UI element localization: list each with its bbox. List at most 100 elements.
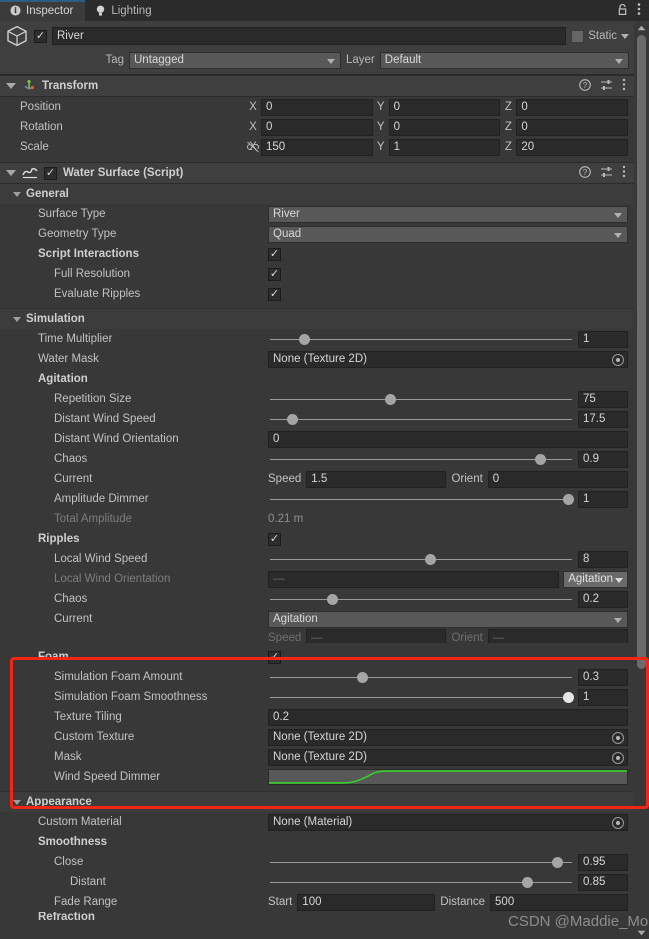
slider-knob[interactable] xyxy=(326,593,338,605)
smoothness-distant-slider[interactable] xyxy=(268,874,574,891)
scroll-up-arrow-icon[interactable] xyxy=(634,21,649,34)
object-picker-icon[interactable] xyxy=(612,731,624,744)
simulation-foam-smoothness-slider[interactable] xyxy=(268,689,574,706)
slider-knob[interactable] xyxy=(384,393,396,405)
tab-lighting[interactable]: Lighting xyxy=(85,0,163,21)
slider-knob[interactable] xyxy=(534,453,546,465)
fade-range-distance-input[interactable]: 500 xyxy=(490,893,629,911)
agitation-chaos-slider[interactable] xyxy=(268,451,574,468)
row-evaluate-ripples: Evaluate Ripples xyxy=(0,284,634,304)
texture-tiling-input[interactable]: 0.2 xyxy=(268,708,628,726)
slider-knob[interactable] xyxy=(357,671,369,683)
foldout-arrow-icon[interactable] xyxy=(6,83,16,89)
evaluate-ripples-checkbox[interactable] xyxy=(268,287,281,301)
fade-range-start-input[interactable]: 100 xyxy=(297,893,436,911)
section-header-appearance[interactable]: Appearance xyxy=(0,792,634,812)
slider-knob[interactable] xyxy=(299,333,311,345)
water-surface-enabled-checkbox[interactable] xyxy=(44,166,57,180)
ripple-chaos-input[interactable]: 0.2 xyxy=(578,590,628,608)
slider-knob[interactable] xyxy=(424,553,436,565)
slider-knob[interactable] xyxy=(563,493,574,505)
row-simulation-foam-smoothness: Simulation Foam Smoothness 1 xyxy=(0,687,634,707)
component-header-transform[interactable]: Transform ? xyxy=(0,75,634,97)
gameobject-name-input[interactable]: River xyxy=(52,27,567,45)
current-speed-input[interactable]: 1.5 xyxy=(306,470,447,488)
scale-x-input[interactable]: 150 xyxy=(261,138,373,156)
slider-knob[interactable] xyxy=(551,856,563,868)
full-resolution-checkbox[interactable] xyxy=(268,267,281,281)
amplitude-dimmer-input[interactable]: 1 xyxy=(578,490,628,508)
tag-dropdown[interactable]: Untagged xyxy=(129,51,341,69)
preset-icon[interactable] xyxy=(600,79,613,94)
layer-dropdown[interactable]: Default xyxy=(379,51,629,69)
time-multiplier-input[interactable]: 1 xyxy=(578,330,628,348)
ripple-current-dropdown[interactable]: Agitation xyxy=(268,610,628,628)
preset-icon[interactable] xyxy=(600,166,613,181)
local-wind-speed-input[interactable]: 8 xyxy=(578,550,628,568)
amplitude-dimmer-slider[interactable] xyxy=(268,491,574,508)
object-picker-icon[interactable] xyxy=(612,816,624,829)
custom-texture-object-field[interactable]: None (Texture 2D) xyxy=(268,728,628,746)
geometry-type-dropdown[interactable]: Quad xyxy=(268,225,628,243)
section-header-general[interactable]: General xyxy=(0,184,634,204)
local-wind-orientation-mode-dropdown[interactable]: Agitation xyxy=(563,570,628,588)
current-orient-input[interactable]: 0 xyxy=(487,470,628,488)
repetition-size-slider[interactable] xyxy=(268,391,574,408)
help-icon[interactable]: ? xyxy=(579,78,591,94)
foldout-arrow-icon[interactable] xyxy=(13,191,21,197)
rotation-y-input[interactable]: 0 xyxy=(388,118,501,136)
scrollbar-thumb[interactable] xyxy=(637,35,646,669)
slider-knob[interactable] xyxy=(563,691,574,703)
position-y-input[interactable]: 0 xyxy=(388,98,501,116)
foldout-arrow-icon[interactable] xyxy=(13,799,21,805)
position-z-input[interactable]: 0 xyxy=(516,98,629,116)
surface-type-dropdown[interactable]: River xyxy=(268,205,628,223)
local-wind-speed-slider[interactable] xyxy=(268,551,574,568)
slider-knob[interactable] xyxy=(522,876,534,888)
simulation-foam-amount-input[interactable]: 0.3 xyxy=(578,668,628,686)
ripple-chaos-slider[interactable] xyxy=(268,591,574,608)
agitation-chaos-input[interactable]: 0.9 xyxy=(578,450,628,468)
section-header-simulation[interactable]: Simulation xyxy=(0,309,634,329)
component-header-water-surface[interactable]: Water Surface (Script) ? xyxy=(0,162,634,184)
custom-material-object-field[interactable]: None (Material) xyxy=(268,813,628,831)
ripple-chaos-label: Chaos xyxy=(54,593,88,605)
smoothness-close-input[interactable]: 0.95 xyxy=(578,853,628,871)
tab-inspector[interactable]: Inspector xyxy=(0,0,86,21)
scale-y-input[interactable]: 1 xyxy=(388,138,501,156)
time-multiplier-label: Time Multiplier xyxy=(38,333,113,345)
water-mask-object-field[interactable]: None (Texture 2D) xyxy=(268,350,628,368)
kebab-menu-icon[interactable] xyxy=(637,2,641,19)
wind-speed-dimmer-curve-field[interactable] xyxy=(268,769,628,785)
static-checkbox[interactable] xyxy=(571,29,585,43)
scale-z-input[interactable]: 20 xyxy=(516,138,629,156)
distant-wind-speed-input[interactable]: 17.5 xyxy=(578,410,628,428)
rotation-x-input[interactable]: 0 xyxy=(261,118,373,136)
gameobject-enabled-checkbox[interactable] xyxy=(34,29,47,43)
position-x-input[interactable]: 0 xyxy=(261,98,373,116)
smoothness-close-slider[interactable] xyxy=(268,854,574,871)
distant-wind-orientation-input[interactable]: 0 xyxy=(268,430,628,448)
repetition-size-input[interactable]: 75 xyxy=(578,390,628,408)
kebab-menu-icon[interactable] xyxy=(622,78,626,94)
lock-icon[interactable] xyxy=(617,3,628,19)
static-dropdown-caret-icon[interactable] xyxy=(621,33,629,39)
script-interactions-checkbox[interactable] xyxy=(268,247,281,261)
foam-checkbox[interactable] xyxy=(268,650,281,664)
distant-wind-speed-slider[interactable] xyxy=(268,411,574,428)
object-picker-icon[interactable] xyxy=(612,751,624,764)
kebab-menu-icon[interactable] xyxy=(622,165,626,181)
slider-knob[interactable] xyxy=(286,413,298,425)
foam-mask-object-field[interactable]: None (Texture 2D) xyxy=(268,748,628,766)
rotation-z-input[interactable]: 0 xyxy=(516,118,629,136)
help-icon[interactable]: ? xyxy=(579,165,591,181)
foldout-arrow-icon[interactable] xyxy=(13,316,21,322)
object-picker-icon[interactable] xyxy=(612,353,624,366)
simulation-foam-amount-slider[interactable] xyxy=(268,669,574,686)
vertical-scrollbar[interactable] xyxy=(634,21,649,939)
ripples-checkbox[interactable] xyxy=(268,532,281,546)
foldout-arrow-icon[interactable] xyxy=(6,170,16,176)
smoothness-distant-input[interactable]: 0.85 xyxy=(578,873,628,891)
time-multiplier-slider[interactable] xyxy=(268,331,574,348)
simulation-foam-smoothness-input[interactable]: 1 xyxy=(578,688,628,706)
